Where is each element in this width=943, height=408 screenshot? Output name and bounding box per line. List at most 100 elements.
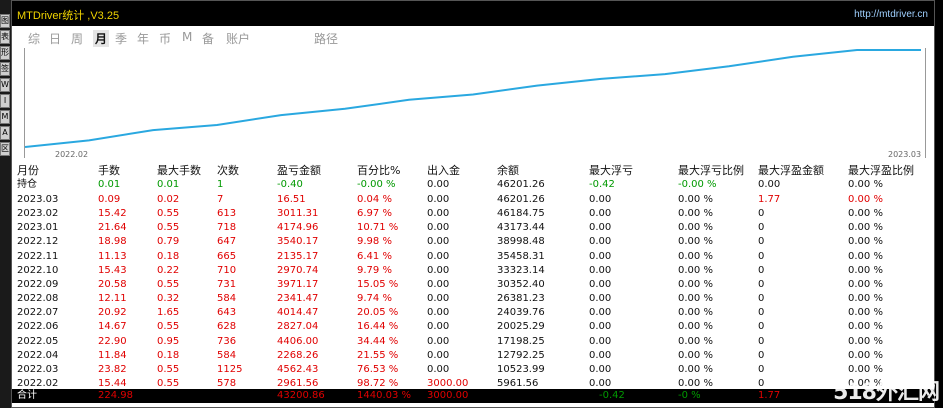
- table-cell: 0.00 %: [848, 236, 883, 248]
- left-strip-button[interactable]: 签: [0, 62, 10, 76]
- table-cell: 584: [217, 293, 237, 305]
- left-strip-button[interactable]: 表: [0, 30, 10, 44]
- tab-8[interactable]: 备: [202, 30, 214, 47]
- table-cell: 9.79 %: [357, 264, 392, 276]
- table-cell: 1.77: [758, 194, 781, 205]
- table-cell: 0.79: [157, 236, 180, 248]
- table-cell: 12792.25: [497, 349, 545, 361]
- table-cell: 0.00 %: [678, 222, 713, 234]
- total-pct: 1440.03 %: [357, 390, 412, 401]
- table-cell: 0.00 %: [678, 349, 713, 361]
- table-row: 2022.12 18.98 0.79 647 3540.17 9.98 % 0.00 3899…: [12, 235, 934, 248]
- table-cell: 22.90: [98, 335, 127, 347]
- table-cell: 6.97 %: [357, 208, 392, 220]
- table-cell: 0.32: [157, 293, 180, 305]
- column-header: 最大浮盈金额: [758, 164, 824, 177]
- tab-3[interactable]: 月: [93, 30, 110, 47]
- tab-7[interactable]: M: [182, 30, 192, 44]
- left-toolbar-strip: 图表形签WIMA区: [0, 0, 11, 408]
- table-cell: 0.22: [157, 264, 180, 276]
- table-cell: 15.05 %: [357, 278, 399, 290]
- tab-9[interactable]: 账户: [226, 30, 250, 47]
- table-cell: 20025.29: [497, 321, 545, 333]
- table-cell: 15.43: [98, 264, 127, 276]
- table-row: 2022.02 15.44 0.55 578 2961.56 98.72 % 3000.00…: [12, 377, 934, 390]
- table-cell: 1.65: [157, 307, 180, 319]
- table-cell: 0.00 %: [678, 250, 713, 262]
- table-cell: 0: [758, 278, 765, 290]
- table-cell: 0.00: [427, 307, 450, 319]
- left-strip-button[interactable]: 形: [0, 46, 10, 60]
- table-cell: 0: [758, 321, 765, 333]
- tab-2[interactable]: 周: [71, 30, 83, 47]
- table-cell: 2022.09: [17, 278, 59, 290]
- table-cell: 0.18: [157, 349, 180, 361]
- table-cell: 0.55: [157, 377, 180, 389]
- equity-chart-svg: [25, 49, 921, 148]
- left-strip-button[interactable]: 区: [0, 142, 10, 156]
- table-cell: 0.00 %: [848, 307, 883, 319]
- table-cell: 0.00: [589, 208, 612, 220]
- tab-5[interactable]: 年: [137, 30, 149, 47]
- table-cell: 17198.25: [497, 335, 545, 347]
- column-header: 手数: [98, 164, 120, 177]
- table-cell: 0.00: [589, 293, 612, 305]
- table-cell: 4562.43: [277, 363, 319, 375]
- table-cell: 35458.31: [497, 250, 545, 262]
- tab-6[interactable]: 币: [159, 30, 171, 47]
- total-deposit: 3000.00: [427, 390, 469, 401]
- table-cell: 21.55 %: [357, 349, 399, 361]
- table-cell: 2022.06: [17, 321, 59, 333]
- table-cell: 0: [758, 377, 765, 389]
- total-label: 合计: [17, 390, 37, 401]
- table-cell: 20.58: [98, 278, 127, 290]
- column-header: 最大浮亏比例: [678, 164, 744, 177]
- table-row: 2022.09 20.58 0.55 731 3971.17 15.05 % 0.00 303…: [12, 278, 934, 291]
- column-header: 次数: [217, 164, 239, 177]
- table-cell: 23.82: [98, 363, 127, 375]
- left-strip-button[interactable]: W: [0, 78, 10, 92]
- table-cell: 2023.01: [17, 222, 59, 234]
- table-cell: 0: [758, 236, 765, 248]
- left-strip-button[interactable]: 图: [0, 14, 10, 28]
- table-cell: 0.00: [589, 264, 612, 276]
- tab-1[interactable]: 日: [49, 30, 61, 47]
- watermark-logo: 518外汇网: [833, 380, 940, 405]
- table-cell: 0.00: [427, 321, 450, 333]
- table-cell: 2341.47: [277, 293, 319, 305]
- holding-cell: -0.42: [589, 179, 615, 190]
- column-header: 最大手数: [157, 164, 201, 177]
- left-strip-button[interactable]: A: [0, 126, 10, 140]
- column-header: 盈亏金额: [277, 164, 321, 177]
- table-row: 2022.06 14.67 0.55 628 2827.04 16.44 % 0.00 200…: [12, 320, 934, 333]
- table-row: 2023.01 21.64 0.55 718 4174.96 10.71 % 0.00 431…: [12, 221, 934, 234]
- table-cell: 2022.02: [17, 377, 59, 389]
- table-cell: 2022.07: [17, 307, 59, 319]
- tab-10[interactable]: 路径: [314, 30, 338, 47]
- table-cell: 20.92: [98, 307, 127, 319]
- table-cell: 0.00: [589, 363, 612, 375]
- table-cell: 4406.00: [277, 335, 319, 347]
- site-url-link[interactable]: http://mtdriver.cn: [854, 9, 928, 20]
- table-row: 2022.03 23.82 0.55 1125 4562.43 76.53 % 0.00 10…: [12, 363, 934, 376]
- table-cell: 0.00 %: [848, 321, 883, 333]
- holding-cell: 0.00: [758, 179, 781, 190]
- equity-chart: [24, 48, 926, 158]
- left-strip-button[interactable]: I: [0, 94, 10, 108]
- table-cell: 0.55: [157, 363, 180, 375]
- table-cell: 0.00: [589, 377, 612, 389]
- table-cell: 24039.76: [497, 307, 545, 319]
- table-row: 2022.08 12.11 0.32 584 2341.47 9.74 % 0.00 2638…: [12, 292, 934, 305]
- tab-0[interactable]: 综: [28, 30, 40, 47]
- column-header: 最大浮亏: [589, 164, 633, 177]
- left-strip-button[interactable]: M: [0, 110, 10, 124]
- table-cell: 0.00: [427, 363, 450, 375]
- table-header: 月份 手数 最大手数 次数 盈亏金额 百分比% 出入金 余额 最大浮亏 最大浮亏比例 最大浮盈金额 最…: [12, 164, 934, 177]
- column-header: 百分比%: [357, 164, 401, 177]
- tab-4[interactable]: 季: [115, 30, 127, 47]
- table-cell: 0.00: [427, 349, 450, 361]
- table-cell: 0.00: [589, 222, 612, 234]
- table-cell: 0: [758, 363, 765, 375]
- table-cell: 0.00 %: [678, 236, 713, 248]
- table-cell: 0.00: [427, 236, 450, 248]
